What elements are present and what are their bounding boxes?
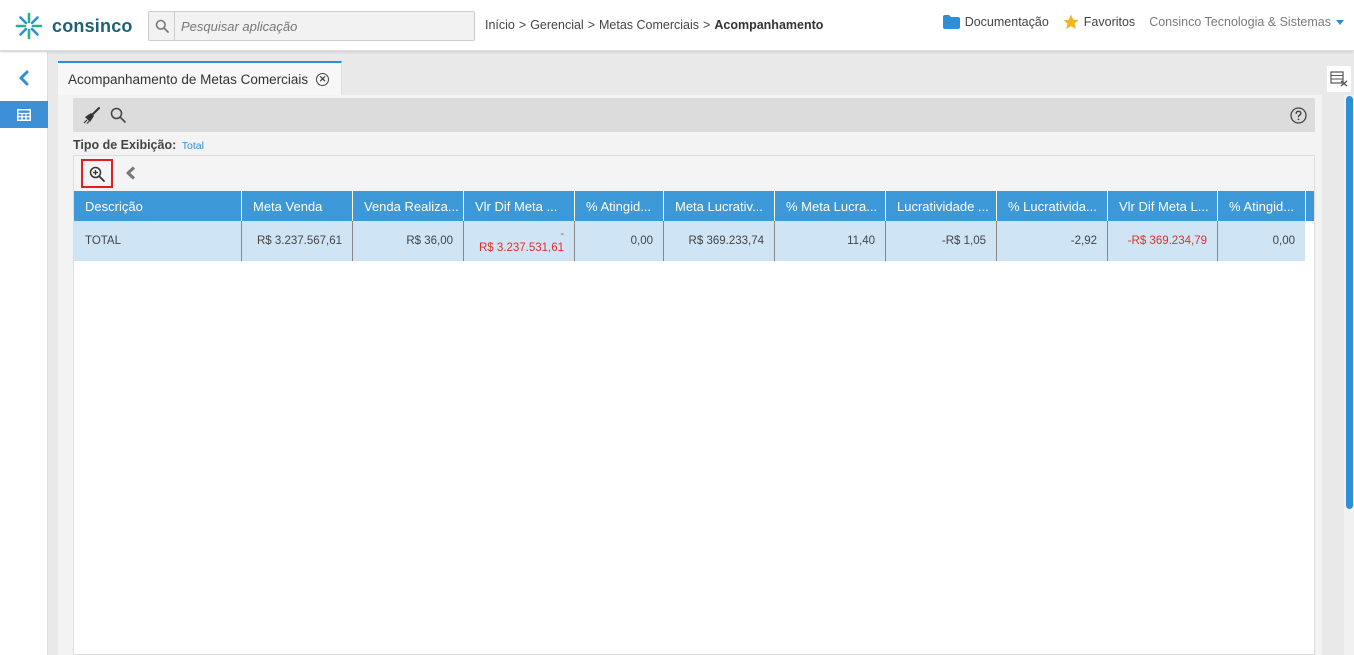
column-header-meta-lucratividade[interactable]: Meta Lucrativ... xyxy=(664,191,775,221)
documentation-label: Documentação xyxy=(964,15,1049,29)
chevron-left-icon xyxy=(126,166,136,180)
help-icon xyxy=(1289,106,1307,124)
breadcrumb-separator: > xyxy=(587,18,596,32)
clear-filter-button[interactable] xyxy=(82,105,102,125)
breadcrumb-separator: > xyxy=(518,18,527,32)
search-input[interactable] xyxy=(175,12,465,40)
logo-text: consinco xyxy=(52,15,133,36)
breadcrumb-item-metas-comerciais[interactable]: Metas Comerciais xyxy=(599,18,699,32)
column-header-lucratividade[interactable]: Lucratividade ... xyxy=(886,191,997,221)
grid-settings-icon xyxy=(1330,71,1348,87)
company-dropdown[interactable]: Consinco Tecnologia & Sistemas xyxy=(1149,15,1344,29)
cell-meta-venda: R$ 3.237.567,61 xyxy=(242,221,353,261)
company-label: Consinco Tecnologia & Sistemas xyxy=(1149,15,1331,29)
results-grid: Descrição Meta Venda Venda Realiza... Vl… xyxy=(73,155,1315,655)
folder-icon xyxy=(942,15,960,29)
table-row[interactable]: TOTAL R$ 3.237.567,61 R$ 36,00 - R$ 3.23… xyxy=(74,221,1305,261)
grid-header: Descrição Meta Venda Venda Realiza... Vl… xyxy=(74,191,1314,221)
column-header-vlr-dif-meta-l[interactable]: Vlr Dif Meta L... xyxy=(1108,191,1218,221)
column-header-pct-atingido-2[interactable]: % Atingid... xyxy=(1218,191,1306,221)
zoom-in-icon xyxy=(89,166,105,182)
tab-title: Acompanhamento de Metas Comerciais xyxy=(68,71,309,87)
logo[interactable]: consinco xyxy=(14,10,133,42)
favorites-label: Favoritos xyxy=(1083,15,1136,29)
column-header-pct-atingido[interactable]: % Atingid... xyxy=(575,191,664,221)
column-header-descricao[interactable]: Descrição xyxy=(74,191,242,221)
tab-strip: Acompanhamento de Metas Comerciais ✕ xyxy=(58,61,1322,95)
chevron-left-icon xyxy=(19,70,29,86)
grid-settings-button[interactable] xyxy=(1327,66,1351,92)
cell-pct-atingido: 0,00 xyxy=(575,221,664,261)
cell-vlr-dif-meta: - R$ 3.237.531,61 xyxy=(464,221,575,261)
search-button[interactable] xyxy=(108,105,128,125)
search-icon xyxy=(110,107,126,123)
grid-toolbar xyxy=(74,156,1314,191)
column-header-venda-realizada[interactable]: Venda Realiza... xyxy=(353,191,464,221)
broom-icon xyxy=(83,107,100,124)
cell-vlr-dif-meta-l: -R$ 369.234,79 xyxy=(1108,221,1218,261)
collapse-sidebar-button[interactable] xyxy=(12,66,36,90)
table-icon xyxy=(17,108,31,121)
breadcrumb: Início > Gerencial > Metas Comerciais > Acompa… xyxy=(485,18,823,32)
cell-pct-meta-lucra: 11,40 xyxy=(775,221,886,261)
cell-descricao: TOTAL xyxy=(74,221,242,261)
drill-back-button[interactable] xyxy=(122,164,140,182)
favorites-link[interactable]: Favoritos xyxy=(1063,14,1135,30)
display-type-label: Tipo de Exibição: xyxy=(73,138,177,152)
help-button[interactable] xyxy=(1288,105,1308,125)
cell-pct-atingido-2: 0,00 xyxy=(1272,235,1295,247)
breadcrumb-separator: > xyxy=(703,18,711,32)
column-header-meta-venda[interactable]: Meta Venda xyxy=(242,191,353,221)
breadcrumb-item-gerencial[interactable]: Gerencial xyxy=(530,18,584,32)
cell-vlr-dif-meta-sign: - xyxy=(560,227,564,240)
tab-acompanhamento[interactable]: Acompanhamento de Metas Comerciais ✕ xyxy=(58,61,342,95)
cell-meta-lucratividade: R$ 369.233,74 xyxy=(664,221,775,261)
search-icon[interactable] xyxy=(149,12,175,40)
cell-venda-realizada: R$ 36,00 xyxy=(353,221,464,261)
chevron-down-icon xyxy=(1336,19,1344,25)
scrollbar-thumb[interactable] xyxy=(1346,96,1353,509)
content-panel: Tipo de Exibição: Total Descrição Meta V… xyxy=(58,95,1322,655)
column-header-pct-meta-lucra[interactable]: % Meta Lucra... xyxy=(775,191,886,221)
zoom-in-button[interactable] xyxy=(81,159,113,188)
top-right-menu: Documentação Favoritos Consinco Tecnolog… xyxy=(929,14,1344,30)
consinco-logo-icon xyxy=(15,12,43,40)
display-type: Tipo de Exibição: Total xyxy=(73,138,204,152)
app-search xyxy=(148,11,475,41)
star-icon xyxy=(1063,14,1079,29)
display-type-value[interactable]: Total xyxy=(182,140,204,152)
column-header-pct-lucratividade[interactable]: % Lucrativida... xyxy=(997,191,1108,221)
cell-pct-lucratividade: -2,92 xyxy=(997,221,1108,261)
left-sidebar xyxy=(0,52,48,655)
sidebar-item-app[interactable] xyxy=(0,101,48,128)
breadcrumb-item-inicio[interactable]: Início xyxy=(485,18,515,32)
cell-lucratividade: -R$ 1,05 xyxy=(886,221,997,261)
documentation-link[interactable]: Documentação xyxy=(942,15,1049,29)
top-bar: consinco Início>Gerencial>Metas Comercia… xyxy=(0,0,1354,51)
toolbar xyxy=(73,98,1315,132)
column-header-vlr-dif-meta[interactable]: Vlr Dif Meta ... xyxy=(464,191,575,221)
cell-vlr-dif-meta-value: R$ 3.237.531,61 xyxy=(478,241,564,254)
breadcrumb-item-current: Acompanhamento xyxy=(714,18,824,32)
close-circle-icon[interactable]: ✕ xyxy=(316,72,330,86)
